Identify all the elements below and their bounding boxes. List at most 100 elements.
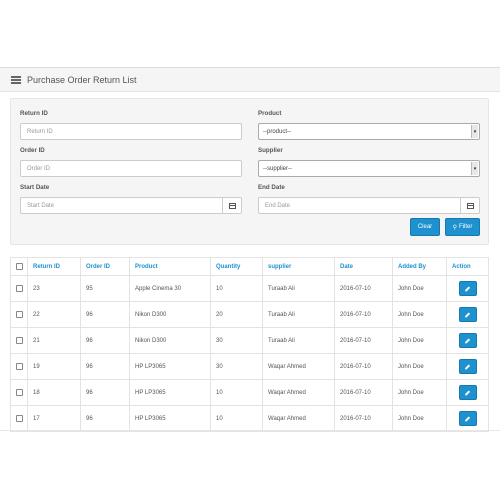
supplier-select-value: --supplier--: [263, 165, 293, 172]
cell-date: 2016-07-10: [334, 275, 393, 302]
clear-button-label: Clear: [417, 224, 433, 230]
cell-date: 2016-07-10: [334, 405, 393, 432]
header-product[interactable]: Product: [129, 257, 211, 276]
cell-product: Apple Cinema 30: [129, 275, 211, 302]
header-supplier[interactable]: supplier: [262, 257, 335, 276]
table-header-row: Return ID Order ID Product Quantity supp…: [10, 257, 489, 276]
cell-order-id: 96: [80, 405, 130, 432]
product-select-value: --product--: [263, 128, 292, 135]
cell-supplier: Turaab Ali: [262, 275, 335, 302]
return-id-label: Return ID: [20, 110, 48, 117]
page-title: Purchase Order Return List: [27, 74, 137, 85]
pencil-icon: [465, 312, 470, 317]
table-row: 18 96 HP LP3065 10 Waqar Ahmed 2016-07-1…: [10, 379, 489, 406]
product-label: Product: [258, 110, 282, 117]
cell-order-id: 96: [80, 353, 130, 380]
list-icon: [11, 75, 21, 84]
cell-added-by: John Doe: [392, 301, 447, 328]
cell-quantity: 30: [210, 327, 263, 354]
product-group: Product --product-- ▾: [258, 110, 480, 140]
header-added-by[interactable]: Added By: [392, 257, 447, 276]
supplier-select[interactable]: --supplier-- ▾: [258, 160, 480, 177]
cell-date: 2016-07-10: [334, 353, 393, 380]
cell-product: HP LP3065: [129, 379, 211, 406]
cell-added-by: John Doe: [392, 405, 447, 432]
row-select-cell: [10, 379, 28, 406]
cell-order-id: 96: [80, 327, 130, 354]
cell-action: [446, 405, 489, 432]
return-id-input[interactable]: Return ID: [20, 123, 242, 140]
header-quantity[interactable]: Quantity: [210, 257, 263, 276]
cell-return-id: 19: [27, 353, 81, 380]
end-date-input[interactable]: End Date: [258, 197, 461, 214]
pencil-icon: [465, 338, 470, 343]
header-order-id[interactable]: Order ID: [80, 257, 130, 276]
cell-return-id: 23: [27, 275, 81, 302]
cell-action: [446, 275, 489, 302]
row-checkbox[interactable]: [16, 284, 23, 292]
cell-added-by: John Doe: [392, 275, 447, 302]
pencil-icon: [465, 390, 470, 395]
cell-action: [446, 353, 489, 380]
row-checkbox[interactable]: [16, 362, 23, 370]
edit-button[interactable]: [458, 307, 477, 322]
return-list-table-wrap: Return ID Order ID Product Quantity supp…: [10, 257, 489, 432]
filter-button[interactable]: ⚲ Filter: [445, 218, 480, 236]
edit-button[interactable]: [458, 359, 477, 374]
cell-quantity: 30: [210, 353, 263, 380]
panel-heading: Purchase Order Return List: [0, 68, 500, 92]
cell-quantity: 10: [210, 275, 263, 302]
cell-added-by: John Doe: [392, 353, 447, 380]
clear-button[interactable]: Clear: [410, 218, 440, 236]
start-date-input[interactable]: Start Date: [20, 197, 223, 214]
calendar-icon: [228, 202, 236, 209]
cell-return-id: 21: [27, 327, 81, 354]
cell-action: [446, 379, 489, 406]
supplier-group: Supplier --supplier-- ▾: [258, 147, 480, 177]
pencil-icon: [465, 416, 470, 421]
edit-button[interactable]: [458, 333, 477, 348]
table-row: 23 95 Apple Cinema 30 10 Turaab Ali 2016…: [10, 275, 489, 302]
product-select[interactable]: --product-- ▾: [258, 123, 480, 140]
order-id-group: Order ID Order ID: [20, 147, 242, 177]
return-id-group: Return ID Return ID: [20, 110, 242, 140]
cell-return-id: 22: [27, 301, 81, 328]
end-date-calendar-button[interactable]: [461, 197, 480, 214]
row-checkbox[interactable]: [16, 414, 23, 422]
main-panel: Purchase Order Return List Return ID Ret…: [0, 67, 500, 432]
cell-return-id: 18: [27, 379, 81, 406]
cell-quantity: 20: [210, 301, 263, 328]
header-return-id[interactable]: Return ID: [27, 257, 81, 276]
edit-button[interactable]: [458, 385, 477, 400]
edit-button[interactable]: [458, 411, 477, 426]
order-id-label: Order ID: [20, 147, 45, 154]
calendar-icon: [466, 202, 474, 209]
pencil-icon: [465, 364, 470, 369]
end-date-group: End Date End Date: [258, 184, 480, 214]
row-checkbox[interactable]: [16, 310, 23, 318]
start-date-calendar-button[interactable]: [223, 197, 242, 214]
filter-button-label: Filter: [459, 224, 473, 230]
row-select-cell: [10, 405, 28, 432]
cell-date: 2016-07-10: [334, 379, 393, 406]
row-checkbox[interactable]: [16, 388, 23, 396]
table-row: 17 96 HP LP3065 10 Waqar Ahmed 2016-07-1…: [10, 405, 489, 432]
cell-supplier: Turaab Ali: [262, 327, 335, 354]
row-select-cell: [10, 301, 28, 328]
cell-supplier: Waqar Ahmed: [262, 353, 335, 380]
select-all-cell: [10, 257, 28, 276]
row-select-cell: [10, 275, 28, 302]
filter-panel: Return ID Return ID Product --product-- …: [10, 98, 489, 245]
cell-added-by: John Doe: [392, 327, 447, 354]
order-id-input[interactable]: Order ID: [20, 160, 242, 177]
edit-button[interactable]: [458, 281, 477, 296]
cell-quantity: 10: [210, 405, 263, 432]
header-date[interactable]: Date: [334, 257, 393, 276]
cell-product: HP LP3065: [129, 405, 211, 432]
cell-action: [446, 327, 489, 354]
select-all-checkbox[interactable]: [16, 262, 23, 270]
row-checkbox[interactable]: [16, 336, 23, 344]
end-date-control: End Date: [258, 197, 480, 214]
table-row: 21 96 Nikon D300 30 Turaab Ali 2016-07-1…: [10, 327, 489, 354]
table-row: 22 96 Nikon D300 20 Turaab Ali 2016-07-1…: [10, 301, 489, 328]
